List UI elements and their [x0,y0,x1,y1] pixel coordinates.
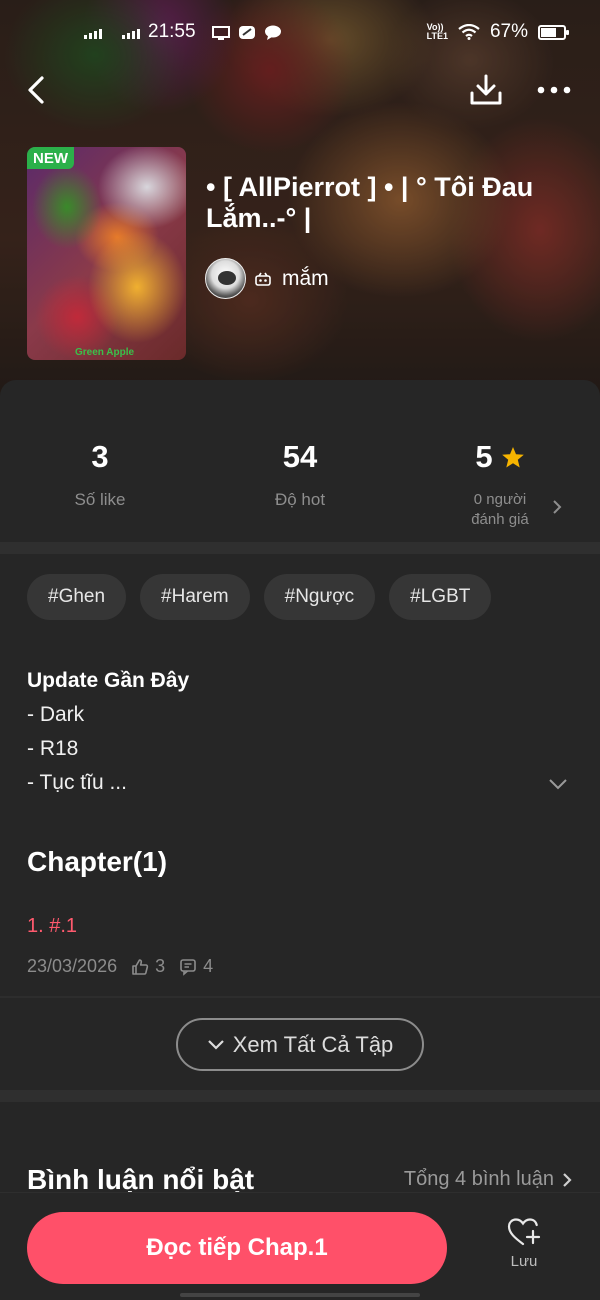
tag-lgbt[interactable]: #LGBT [389,574,492,620]
download-icon [470,74,502,105]
rating-value: 5 [475,439,493,474]
comments-total-label: Tổng 4 bình luận [403,1168,554,1190]
description-title: Update Gần Đây [27,669,190,692]
network-type-label: Vo)) LTE1 [426,22,448,41]
chapter-heading: Chapter(1) [27,846,168,877]
more-options-button[interactable] [532,68,576,112]
message-icon [264,25,281,40]
comments-total-link[interactable]: Tổng 4 bình luận [404,1168,572,1191]
back-button[interactable] [14,68,58,112]
status-time: 21:55 [148,21,196,42]
rating-count-line2: đánh giá [471,511,529,528]
hot-stat: 54 Độ hot [200,438,400,510]
tag-ghen[interactable]: #Ghen [27,574,127,620]
author-avatar[interactable] [205,258,246,299]
likes-stat: 3 Số like [0,438,200,510]
thumbs-up-icon [132,958,149,975]
hot-label: Độ hot [274,490,326,509]
description-line: - Dark [27,703,85,726]
likes-label: Số like [74,490,126,509]
new-badge: NEW [27,147,74,169]
author-badge-icon [255,272,271,286]
story-description: Update Gần Đây - Dark - R18 - Tục tĩu ..… [27,664,547,800]
chevron-right-icon [563,1172,572,1187]
comment-icon [180,958,196,976]
top-navigation [0,68,600,118]
chapter-likes: 3 [131,956,165,977]
battery-percent: 67% [489,21,528,42]
rating-value-row: 5 [400,438,600,476]
tag-nguoc[interactable]: #Ngược [263,574,376,620]
view-all-chapters-button[interactable]: Xem Tất Cả Tập [176,1018,424,1071]
save-button[interactable]: Lưu [494,1217,554,1270]
story-details-sheet: 3 Số like 54 Độ hot 5 0 người đánh giá #… [0,380,600,1300]
signal-icon [84,25,102,39]
wifi-icon [458,24,480,40]
stats-row: 3 Số like 54 Độ hot 5 0 người đánh giá [0,380,600,542]
back-arrow-icon [28,76,44,104]
chapter-item-meta: 23/03/2026 3 4 [27,956,213,977]
author-info[interactable]: mắm [205,258,329,299]
story-cover-image[interactable]: NEW Green Apple [27,147,186,360]
story-title: • [ AllPierrot ] • | ° Tôi Đau Lắm..-° | [206,172,534,233]
likes-value: 3 [91,439,109,474]
chapter-likes-count: 3 [155,956,166,976]
tag-harem[interactable]: #Harem [140,574,250,620]
more-icon [537,86,571,94]
hot-value: 54 [282,439,318,474]
chapter-comments: 4 [179,956,213,977]
download-button[interactable] [464,68,508,112]
home-indicator [180,1293,420,1297]
author-name[interactable]: mắm [282,267,329,291]
chapter-divider [0,996,600,998]
signal-icon-2 [122,25,140,39]
cover-signature: Green Apple [75,347,135,358]
screen-icon [211,25,230,40]
view-all-label: Xem Tất Cả Tập [232,1031,394,1057]
story-header: 21:55 Vo)) LTE1 67% NEW Green Apple • [ … [0,0,600,400]
heart-plus-icon [507,1218,541,1246]
rating-count-line1: 0 người [473,491,527,508]
star-icon [501,446,524,467]
bottom-action-bar: Đọc tiếp Chap.1 Lưu [0,1192,600,1300]
expand-description-chevron-down-icon[interactable] [546,772,570,796]
chapter-item-title[interactable]: 1. #.1 [27,915,77,938]
tag-list: #Ghen #Harem #Ngược #LGBT [27,574,492,620]
description-line: - Tục tĩu ... [27,771,127,794]
battery-icon [538,24,569,40]
section-divider [0,542,600,554]
save-label: Lưu [510,1253,538,1270]
rating-stat[interactable]: 5 0 người đánh giá [400,438,600,530]
rating-count: 0 người đánh giá [400,490,600,530]
chevron-right-icon [553,500,562,514]
chapter-date: 23/03/2026 [27,956,118,976]
section-divider [0,1090,600,1102]
status-bar: 21:55 Vo)) LTE1 67% [0,0,600,64]
description-line: - R18 [27,737,79,760]
continue-reading-button[interactable]: Đọc tiếp Chap.1 [27,1212,447,1284]
chapter-comments-count: 4 [203,956,214,976]
chevron-down-icon [207,1039,224,1050]
app-notification-icon [238,25,255,39]
